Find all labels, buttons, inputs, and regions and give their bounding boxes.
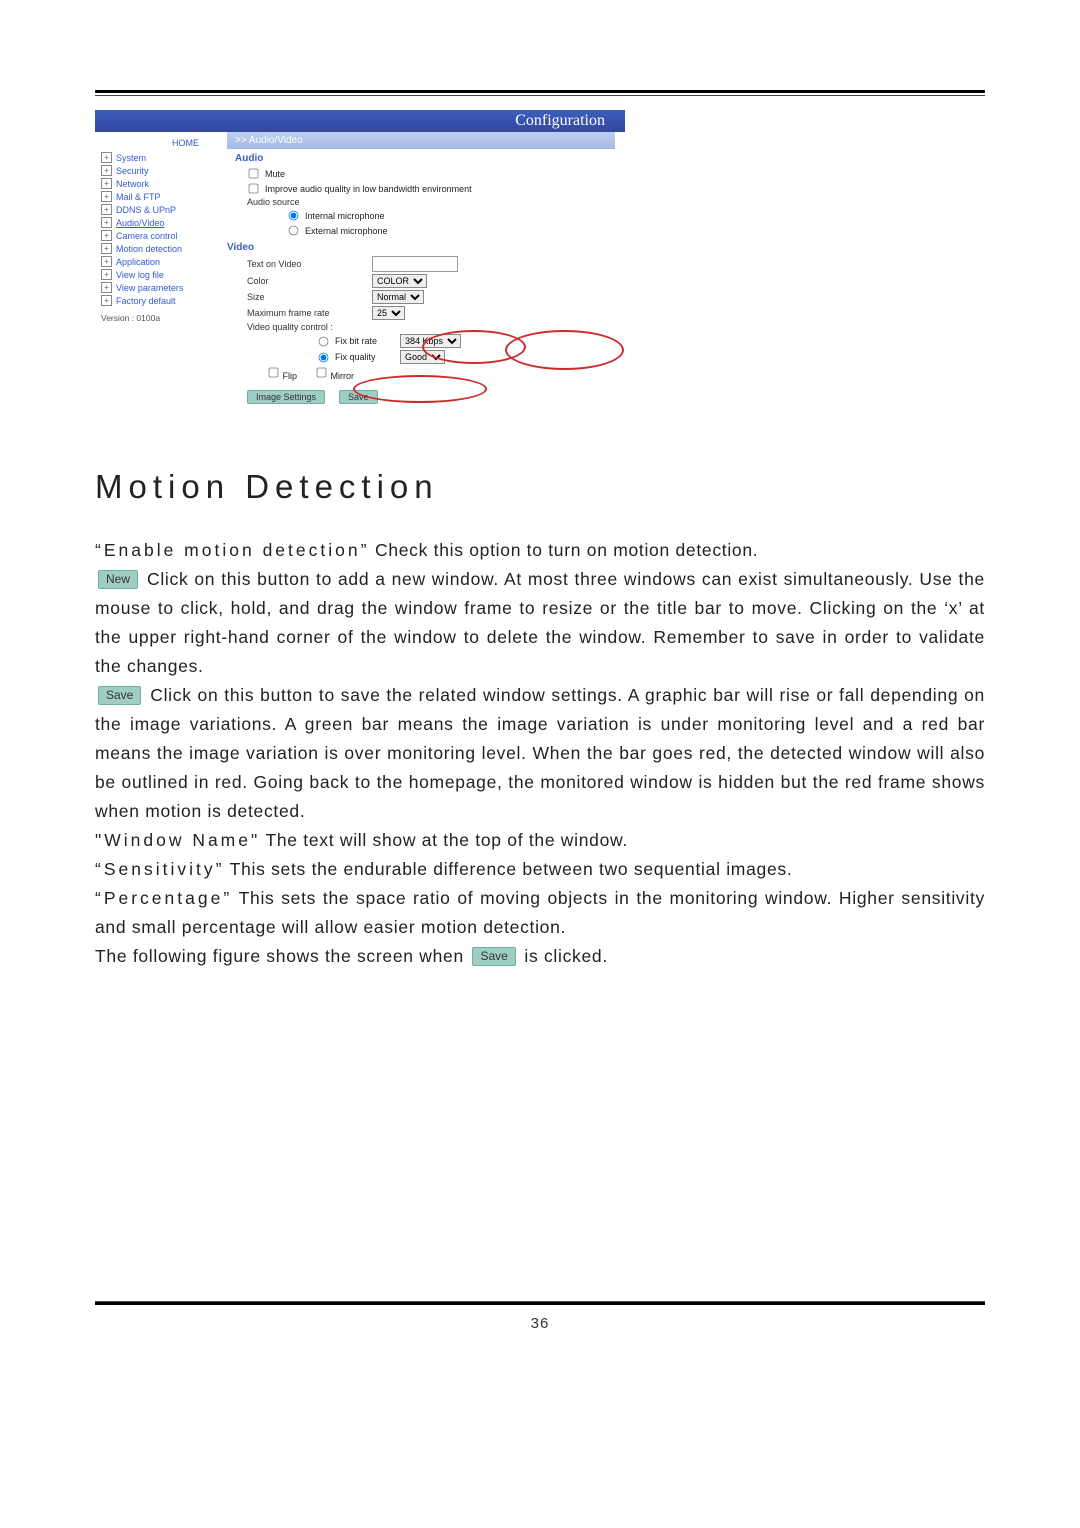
- figure-sidebar: HOME + System + Security + Network + Mai…: [95, 132, 227, 416]
- sidebar-item-label: Mail & FTP: [116, 192, 161, 202]
- improve-audio-label: Improve audio quality in low bandwidth e…: [265, 184, 472, 194]
- fix-quality-label: Fix quality: [335, 352, 395, 362]
- term-enable-motion-detection: “Enable motion detection”: [95, 540, 369, 560]
- sidebar-item-view-parameters[interactable]: + View parameters: [101, 281, 221, 294]
- figure-titlebar: Configuration: [95, 110, 625, 132]
- sidebar-item-camera-control[interactable]: + Camera control: [101, 229, 221, 242]
- expand-icon[interactable]: +: [101, 243, 112, 254]
- size-label: Size: [247, 292, 367, 302]
- expand-icon[interactable]: +: [101, 295, 112, 306]
- bottom-rule-thick: [95, 1302, 985, 1305]
- expand-icon[interactable]: +: [101, 269, 112, 280]
- sidebar-item-ddns-upnp[interactable]: + DDNS & UPnP: [101, 203, 221, 216]
- color-label: Color: [247, 276, 367, 286]
- page-title: Motion Detection: [95, 468, 985, 506]
- sidebar-item-label: View parameters: [116, 283, 183, 293]
- mirror-label: Mirror: [331, 371, 355, 381]
- fix-quality-radio[interactable]: [319, 352, 329, 362]
- top-rule-thin: [95, 95, 985, 96]
- text: This sets the endurable difference betwe…: [224, 859, 792, 879]
- figure-main: >> Audio/Video Audio Mute Improve audio …: [227, 132, 625, 416]
- mute-checkbox[interactable]: [249, 169, 259, 179]
- sidebar-item-label: Factory default: [116, 296, 176, 306]
- breadcrumb: >> Audio/Video: [227, 132, 615, 149]
- sidebar-item-label: Motion detection: [116, 244, 182, 254]
- text: The following figure shows the screen wh…: [95, 946, 469, 966]
- sidebar-item-view-log[interactable]: + View log file: [101, 268, 221, 281]
- sidebar-item-factory-default[interactable]: + Factory default: [101, 294, 221, 307]
- page-number: 36: [95, 1315, 985, 1332]
- config-panel-figure: Configuration HOME + System + Security +…: [95, 110, 625, 416]
- expand-icon[interactable]: +: [101, 152, 112, 163]
- sidebar-item-system[interactable]: + System: [101, 151, 221, 164]
- text: Click on this button to add a new window…: [95, 569, 985, 676]
- sidebar-item-mail-ftp[interactable]: + Mail & FTP: [101, 190, 221, 203]
- term-window-name: "Window Name": [95, 830, 260, 850]
- text-on-video-label: Text on Video: [247, 259, 367, 269]
- image-settings-button[interactable]: Image Settings: [247, 390, 325, 404]
- sidebar-item-motion-detection[interactable]: + Motion detection: [101, 242, 221, 255]
- expand-icon[interactable]: +: [101, 282, 112, 293]
- sidebar-item-network[interactable]: + Network: [101, 177, 221, 190]
- flip-label: Flip: [283, 371, 298, 381]
- text: is clicked.: [519, 946, 608, 966]
- fix-bit-rate-radio[interactable]: [319, 336, 329, 346]
- prose-block: “Enable motion detection” Check this opt…: [95, 536, 985, 971]
- sidebar-item-label: DDNS & UPnP: [116, 205, 176, 215]
- external-mic-radio[interactable]: [289, 226, 299, 236]
- term-percentage: “Percentage”: [95, 888, 232, 908]
- mute-label: Mute: [265, 169, 285, 179]
- sidebar-item-label: View log file: [116, 270, 164, 280]
- expand-icon[interactable]: +: [101, 204, 112, 215]
- section-video: Video: [227, 238, 615, 255]
- sidebar-item-security[interactable]: + Security: [101, 164, 221, 177]
- expand-icon[interactable]: +: [101, 191, 112, 202]
- video-quality-control-label: Video quality control :: [247, 322, 367, 332]
- sidebar-item-label: System: [116, 153, 146, 163]
- annotation-circle-icon: [422, 330, 526, 364]
- sidebar-home[interactable]: HOME: [101, 138, 221, 151]
- new-button-pill: New: [98, 570, 138, 589]
- color-select[interactable]: COLOR: [372, 274, 427, 288]
- mirror-checkbox[interactable]: [317, 368, 327, 378]
- expand-icon[interactable]: +: [101, 217, 112, 228]
- audio-source-label: Audio source: [247, 197, 367, 207]
- max-frame-rate-label: Maximum frame rate: [247, 308, 367, 318]
- sidebar-item-label: Audio/Video: [116, 218, 164, 228]
- sidebar-item-audio-video[interactable]: + Audio/Video: [101, 216, 221, 229]
- internal-mic-label: Internal microphone: [305, 211, 385, 221]
- save-button-pill: Save: [472, 947, 515, 966]
- section-audio: Audio: [227, 149, 615, 166]
- internal-mic-radio[interactable]: [289, 211, 299, 221]
- text: The text will show at the top of the win…: [260, 830, 628, 850]
- text: Click on this button to save the related…: [95, 685, 985, 821]
- expand-icon[interactable]: +: [101, 178, 112, 189]
- sidebar-item-label: Security: [116, 166, 149, 176]
- term-sensitivity: “Sensitivity”: [95, 859, 224, 879]
- top-rule-thick: [95, 90, 985, 93]
- fix-bit-rate-label: Fix bit rate: [335, 336, 395, 346]
- sidebar-version: Version : 0100a: [101, 313, 221, 323]
- expand-icon[interactable]: +: [101, 256, 112, 267]
- external-mic-label: External microphone: [305, 226, 388, 236]
- flip-checkbox[interactable]: [269, 368, 279, 378]
- sidebar-item-label: Camera control: [116, 231, 178, 241]
- sidebar-item-label: Network: [116, 179, 149, 189]
- max-frame-rate-select[interactable]: 25: [372, 306, 405, 320]
- annotation-circle-icon: [353, 375, 487, 403]
- expand-icon[interactable]: +: [101, 165, 112, 176]
- improve-audio-checkbox[interactable]: [249, 184, 259, 194]
- sidebar-item-label: Application: [116, 257, 160, 267]
- text: Check this option to turn on motion dete…: [369, 540, 758, 560]
- save-button-pill: Save: [98, 686, 141, 705]
- expand-icon[interactable]: +: [101, 230, 112, 241]
- size-select[interactable]: Normal: [372, 290, 424, 304]
- sidebar-item-application[interactable]: + Application: [101, 255, 221, 268]
- text-on-video-input[interactable]: [372, 256, 458, 272]
